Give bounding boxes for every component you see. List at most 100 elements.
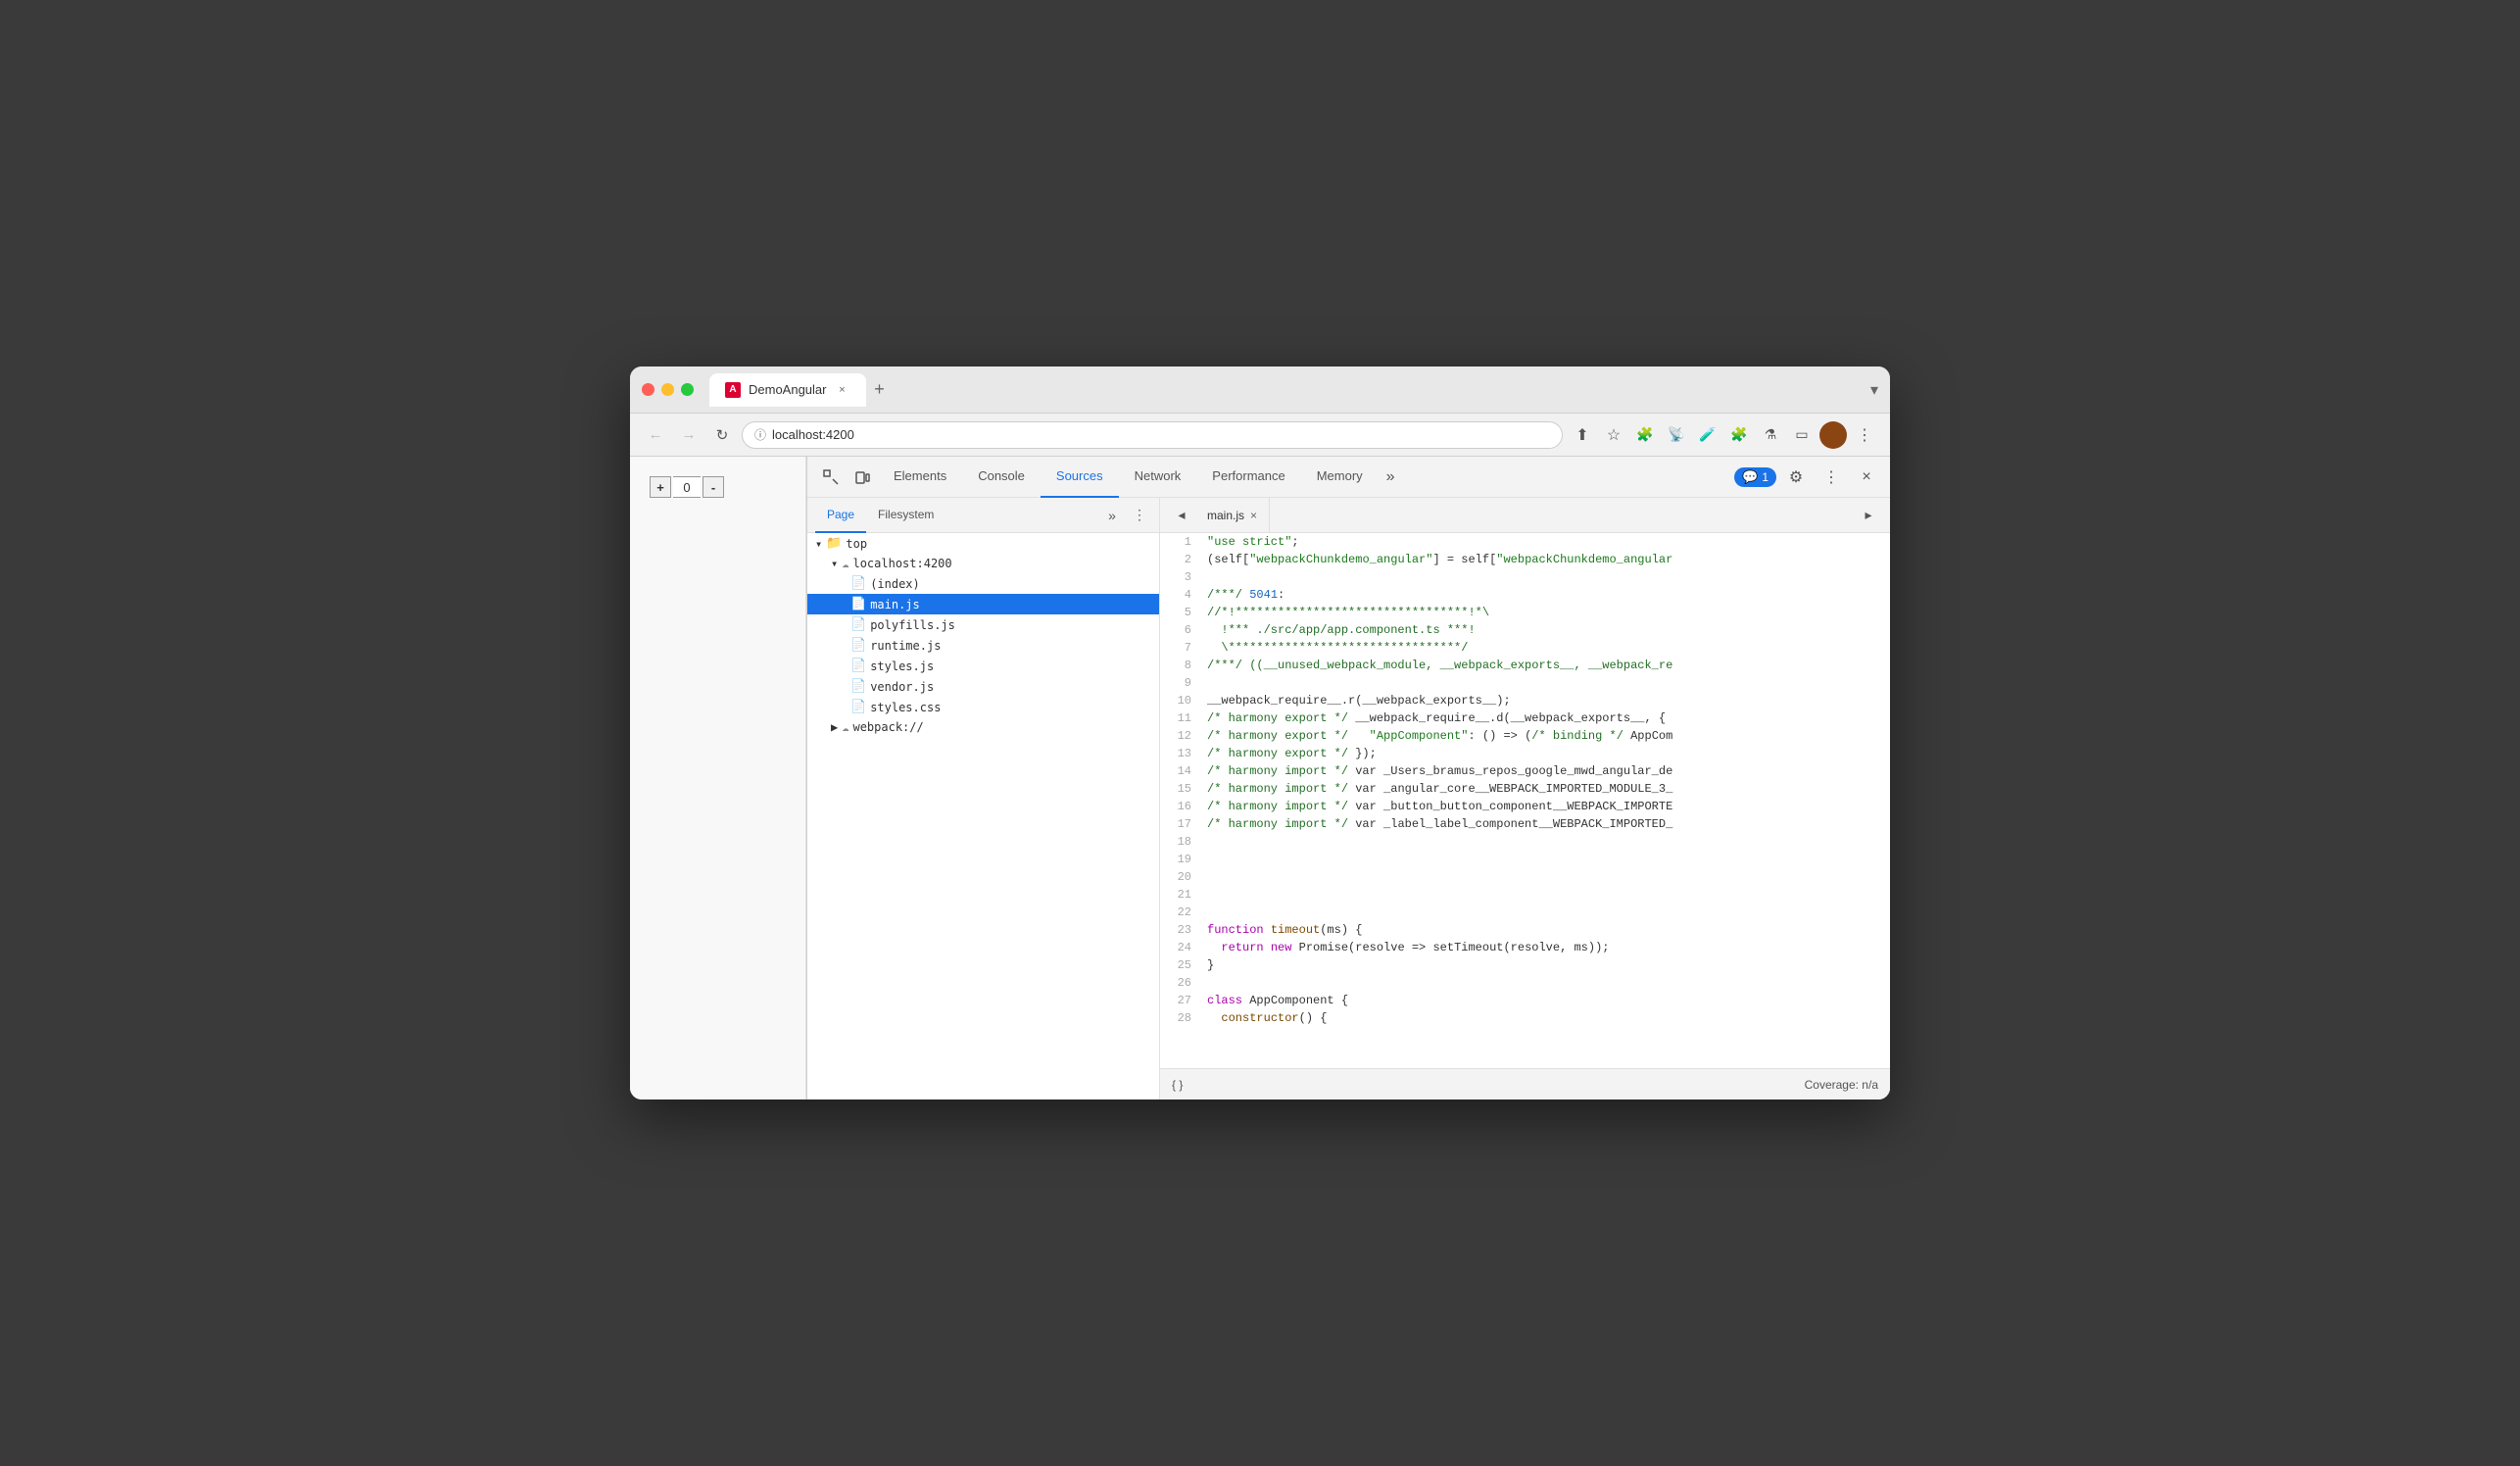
address-bar[interactable]: ⓘ localhost:4200	[742, 421, 1563, 449]
puzzle-button[interactable]: 🧩	[1725, 421, 1753, 449]
code-line: 1 "use strict";	[1160, 533, 1890, 551]
expand-icon-localhost: ▾	[831, 557, 838, 570]
code-panel: ◂ main.js × ▸ 1	[1160, 498, 1890, 1100]
expand-icon-webpack: ▶	[831, 720, 838, 734]
tree-item-localhost[interactable]: ▾ ☁ localhost:4200	[807, 554, 1159, 573]
tree-label-stylesjs: styles.js	[870, 660, 934, 673]
file-icon-stylesjs: 📄	[850, 659, 866, 673]
more-tabs-button[interactable]: »	[1379, 468, 1403, 486]
file-tab-filesystem[interactable]: Filesystem	[866, 498, 945, 533]
tab-sources[interactable]: Sources	[1041, 457, 1119, 498]
file-panel: Page Filesystem » ⋮ ▾	[807, 498, 1160, 1100]
tree-item-top[interactable]: ▾ 📁 top	[807, 533, 1159, 554]
code-line: 11 /* harmony export */ __webpack_requir…	[1160, 709, 1890, 727]
tree-label-index: (index)	[870, 577, 920, 591]
tab-memory[interactable]: Memory	[1301, 457, 1379, 498]
code-line: 10 __webpack_require__.r(__webpack_expor…	[1160, 692, 1890, 709]
code-line: 28 constructor() {	[1160, 1009, 1890, 1027]
code-tab-right: ▸	[1855, 502, 1882, 529]
browser-tab[interactable]: A DemoAngular ×	[709, 373, 866, 407]
devtools-tabs: Elements Console Sources Network Perform…	[878, 457, 1734, 498]
code-line: 26	[1160, 974, 1890, 992]
minimize-button[interactable]	[661, 383, 674, 396]
tree-item-runtime[interactable]: 📄 runtime.js	[807, 635, 1159, 656]
close-button[interactable]	[642, 383, 654, 396]
file-panel-more-button[interactable]: ⋮	[1128, 504, 1151, 527]
code-line: 9	[1160, 674, 1890, 692]
cast-button[interactable]: 📡	[1663, 421, 1690, 449]
cloud-icon-localhost: ☁	[842, 557, 848, 570]
code-line: 2 (self["webpackChunkdemo_angular"] = se…	[1160, 551, 1890, 568]
code-line: 8 /***/ ((__unused_webpack_module, __web…	[1160, 657, 1890, 674]
tree-item-stylesjs[interactable]: 📄 styles.js	[807, 656, 1159, 676]
close-devtools-button[interactable]: ×	[1851, 462, 1882, 493]
tree-label-webpack: webpack://	[852, 720, 923, 734]
file-icon-mainjs: 📄	[850, 597, 866, 611]
cloud-icon-webpack: ☁	[842, 720, 848, 734]
tree-label-polyfills: polyfills.js	[870, 618, 955, 632]
code-line: 18	[1160, 833, 1890, 851]
tree-item-vendor[interactable]: 📄 vendor.js	[807, 676, 1159, 697]
file-icon-vendor: 📄	[850, 679, 866, 694]
tab-favicon: A	[725, 382, 741, 398]
tab-network[interactable]: Network	[1119, 457, 1197, 498]
footer-left: { }	[1172, 1078, 1183, 1092]
reload-button[interactable]: ↻	[708, 421, 736, 449]
tree-item-index[interactable]: 📄 (index)	[807, 573, 1159, 594]
code-content[interactable]: 1 "use strict"; 2 (self["webpackChunkdem…	[1160, 533, 1890, 1068]
code-line: 16 /* harmony import */ var _button_butt…	[1160, 798, 1890, 815]
tree-item-stylescss[interactable]: 📄 styles.css	[807, 697, 1159, 717]
tab-close-button[interactable]: ×	[835, 382, 850, 398]
counter-value: 0	[673, 476, 701, 498]
file-icon-stylescss: 📄	[850, 700, 866, 714]
code-line: 25 }	[1160, 956, 1890, 974]
nav-actions: ⬆ ☆ 🧩 📡 🧪 🧩 ⚗ ▭ ⋮	[1569, 421, 1878, 449]
share-button[interactable]: ⬆	[1569, 421, 1596, 449]
code-line: 14 /* harmony import */ var _Users_bramu…	[1160, 762, 1890, 780]
counter-minus-button[interactable]: -	[703, 476, 724, 498]
page-area: + 0 -	[630, 457, 806, 1100]
code-line: 27 class AppComponent {	[1160, 992, 1890, 1009]
curly-braces-icon[interactable]: { }	[1172, 1078, 1183, 1092]
footer-coverage: Coverage: n/a	[1805, 1078, 1878, 1092]
settings-button[interactable]: ⚙	[1780, 462, 1812, 493]
tab-performance[interactable]: Performance	[1196, 457, 1300, 498]
bookmark-button[interactable]: ☆	[1600, 421, 1627, 449]
tree-label-localhost: localhost:4200	[852, 557, 951, 570]
tree-item-webpack[interactable]: ▶ ☁ webpack://	[807, 717, 1159, 737]
code-tab-close-button[interactable]: ×	[1250, 509, 1257, 522]
tree-label-stylescss: styles.css	[870, 701, 941, 714]
tree-item-mainjs[interactable]: 📄 main.js	[807, 594, 1159, 614]
forward-button[interactable]: →	[675, 421, 703, 449]
tree-item-polyfills[interactable]: 📄 polyfills.js	[807, 614, 1159, 635]
profile-button[interactable]: 🧪	[1694, 421, 1721, 449]
tab-console[interactable]: Console	[962, 457, 1041, 498]
avatar[interactable]	[1819, 421, 1847, 449]
counter-plus-button[interactable]: +	[650, 476, 671, 498]
code-tab-label: main.js	[1207, 509, 1244, 522]
device-mode-button[interactable]	[847, 462, 878, 493]
panel-expand-right-button[interactable]: ▸	[1855, 502, 1882, 529]
window-button[interactable]: ▭	[1788, 421, 1816, 449]
devtools-toolbar-right: 💬 1 ⚙ ⋮ ×	[1734, 462, 1882, 493]
code-line: 24 return new Promise(resolve => setTime…	[1160, 939, 1890, 956]
file-icon-runtime: 📄	[850, 638, 866, 653]
code-line: 3	[1160, 568, 1890, 586]
tab-elements[interactable]: Elements	[878, 457, 962, 498]
inspect-element-button[interactable]	[815, 462, 847, 493]
menu-button[interactable]: ⋮	[1851, 421, 1878, 449]
window-chevron-down[interactable]: ▾	[1870, 380, 1878, 400]
maximize-button[interactable]	[681, 383, 694, 396]
panel-collapse-button[interactable]: ◂	[1168, 502, 1195, 529]
code-line: 19	[1160, 851, 1890, 868]
more-options-button[interactable]: ⋮	[1816, 462, 1847, 493]
new-tab-button[interactable]: +	[866, 376, 894, 404]
back-button[interactable]: ←	[642, 421, 669, 449]
devtools-panel: Elements Console Sources Network Perform…	[806, 457, 1890, 1100]
tree-label-mainjs: main.js	[870, 598, 920, 611]
file-tab-page[interactable]: Page	[815, 498, 866, 533]
code-tab-mainjs[interactable]: main.js ×	[1195, 498, 1270, 533]
extensions-button[interactable]: 🧩	[1631, 421, 1659, 449]
flask-button[interactable]: ⚗	[1757, 421, 1784, 449]
more-file-tabs-button[interactable]: »	[1100, 504, 1124, 527]
